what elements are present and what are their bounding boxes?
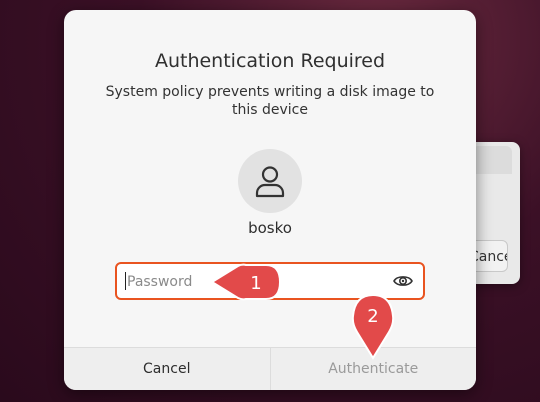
dialog-button-bar: Cancel Authenticate: [64, 347, 476, 390]
password-field[interactable]: [115, 262, 425, 300]
background-window-header: [472, 146, 512, 174]
user-icon: [255, 166, 285, 198]
avatar: [238, 149, 302, 213]
cancel-button[interactable]: Cancel: [64, 348, 271, 390]
eye-icon[interactable]: [393, 273, 413, 289]
dialog-message: System policy prevents writing a disk im…: [105, 84, 435, 118]
authentication-dialog: Authentication Required System policy pr…: [64, 10, 476, 390]
username-label: bosko: [248, 219, 292, 237]
password-input[interactable]: [125, 270, 389, 294]
authenticate-button[interactable]: Authenticate: [271, 348, 477, 390]
dialog-title: Authentication Required: [154, 50, 386, 72]
